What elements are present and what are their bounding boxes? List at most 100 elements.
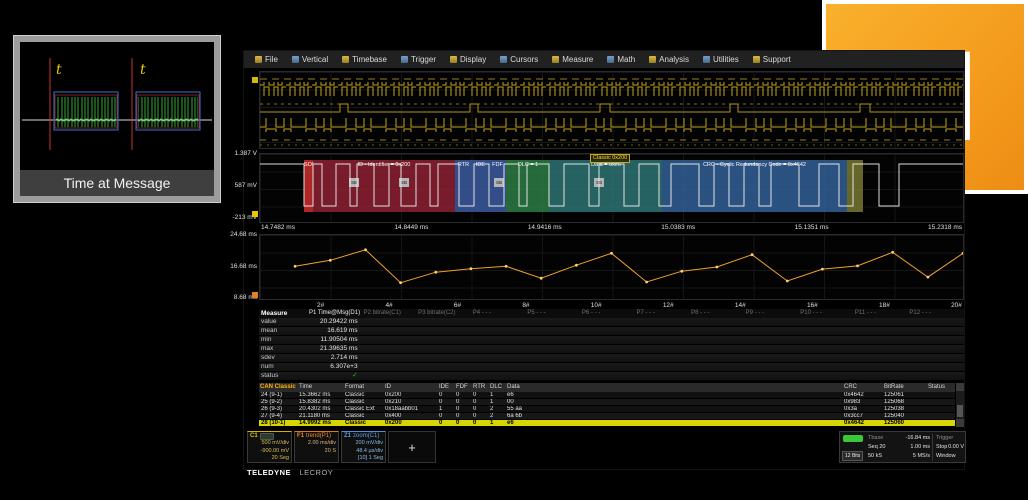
menu-item-math[interactable]: Math <box>600 55 642 64</box>
decode-cell: 0 <box>473 392 477 398</box>
measure-col-header[interactable]: P3 bitrate(C2) <box>418 309 473 318</box>
decode-protocol-label[interactable]: CAN Classic <box>259 383 297 392</box>
menu-item-utilities[interactable]: Utilities <box>696 55 746 64</box>
zoom-descriptor-z1[interactable]: Z1 zoom(C1) 200 mV/div 48.4 µs/div [10] … <box>341 431 386 463</box>
trace-marker-trend[interactable] <box>252 292 258 298</box>
cursors-icon <box>500 56 508 63</box>
decode-col-header[interactable]: IDE <box>437 383 454 392</box>
measure-value: 6.307e+3 <box>330 363 358 370</box>
trigger-label: Trigger <box>936 435 954 441</box>
function-label: F1 <box>297 433 305 439</box>
decode-cell: 125060 <box>884 420 905 426</box>
trend-x-label: 16# <box>806 302 818 309</box>
time-per-div: 1.00 ms <box>910 444 930 450</box>
decode-cell: 1 <box>490 420 494 426</box>
measure-col-header[interactable]: P6 - - - <box>582 309 637 318</box>
measure-col-header[interactable]: P5 - - - <box>527 309 582 318</box>
menu-item-analysis[interactable]: Analysis <box>642 55 696 64</box>
f1-samples: 20 S <box>324 447 336 454</box>
decode-col-header[interactable]: Time <box>297 383 343 392</box>
seq-count: Seq 20 <box>868 444 886 450</box>
decode-row[interactable]: 28 (10-1) 14.9992 ms Classic 0x200 0 0 0 1 e6 0x4… <box>259 420 956 427</box>
measure-col-header[interactable]: P10 - - - <box>800 309 855 318</box>
trend-x-label: 10# <box>590 302 602 309</box>
zoom-y-label-mid: 587 mV <box>234 182 257 189</box>
zoom-x-label: 15.2318 ms <box>928 224 962 231</box>
decode-row[interactable]: 25 (9-2) 15.8382 ms Classic 0x210 0 0 0 1 00 0x98… <box>259 399 956 406</box>
scroll-up-arrow[interactable] <box>956 383 964 391</box>
decode-row[interactable]: 26 (9-3) 20.4302 ms Classic Ext 0x18aabb01 1… <box>259 406 956 413</box>
decode-cell: 2 <box>490 413 494 419</box>
decode-cell: 0 <box>439 399 443 405</box>
source-traces-grid[interactable] <box>259 71 964 149</box>
measure-row: num 6.307e+3 <box>259 363 964 372</box>
measure-table: Measure P1 Time@Msg(D1) P2 bitrate(C1) P3 b… <box>259 309 964 381</box>
decode-cell: 0x210 <box>385 399 402 405</box>
decode-cell <box>926 406 956 412</box>
menu-label: Display <box>460 55 487 64</box>
menu-item-timebase[interactable]: Timebase <box>335 55 394 64</box>
measure-row-label: min <box>261 336 272 343</box>
measure-col-header[interactable]: P2 bitrate(C1) <box>364 309 419 318</box>
measure-icon <box>552 56 560 63</box>
c1-offset: -900.00 mV <box>260 447 289 454</box>
decode-col-header[interactable]: CRC <box>842 383 882 392</box>
decode-scrollbar[interactable] <box>955 383 964 427</box>
trace-marker-zoom[interactable] <box>252 211 258 217</box>
zoom-x-axis: 14.7482 ms 14.8449 ms 14.9416 ms 15.0383 ms… <box>259 224 964 231</box>
decode-cell: Classic <box>345 413 365 419</box>
measure-col-header[interactable]: P1 Time@Msg(D1) <box>309 309 364 318</box>
decode-cell: e6 <box>507 420 514 426</box>
decode-col-header[interactable]: Status <box>926 383 956 392</box>
add-trace-button[interactable]: + <box>388 431 436 463</box>
decode-col-header[interactable]: RTR <box>471 383 488 392</box>
channel-label: C1 <box>250 433 258 439</box>
trend-x-label: 20# <box>951 302 962 309</box>
scroll-down-arrow[interactable] <box>956 419 964 427</box>
measure-col-header[interactable]: P4 - - - <box>473 309 528 318</box>
timebase-trigger-panel[interactable]: 12 Bits Tbase -16.84 ms Seq 20 1.00 ms 50 … <box>839 431 966 463</box>
menu-item-vertical[interactable]: Vertical <box>285 55 335 64</box>
decode-row[interactable]: 24 (9-1) 15.3662 ms Classic 0x200 0 0 0 1 e6 0x46… <box>259 392 956 399</box>
decode-cell: 0 <box>456 413 460 419</box>
menu-item-trigger[interactable]: Trigger <box>394 55 443 64</box>
decode-col-header[interactable]: Data <box>505 383 842 392</box>
vertical-icon <box>291 56 299 63</box>
z1-vdiv: 200 mV/div <box>355 440 383 446</box>
analysis-icon <box>649 56 657 63</box>
brand-logo: TELEDYNE LECROY <box>247 462 333 480</box>
menu-item-measure[interactable]: Measure <box>545 55 600 64</box>
measure-col-header[interactable]: P7 - - - <box>636 309 691 318</box>
measure-row: max 21.39635 ms <box>259 345 964 354</box>
trend-x-label: 12# <box>662 302 674 309</box>
measure-col-header[interactable]: P8 - - - <box>691 309 746 318</box>
decode-col-header[interactable]: DLC <box>488 383 505 392</box>
menu-item-display[interactable]: Display <box>443 55 493 64</box>
decode-col-header[interactable]: FDF <box>454 383 471 392</box>
decode-cell: 26 (9-3) <box>261 406 283 412</box>
decode-row[interactable]: 27 (9-4) 21.1180 ms Classic 0x400 0 0 0 2 6a 6b 0… <box>259 413 956 420</box>
scroll-thumb[interactable] <box>957 405 963 417</box>
decode-col-header[interactable]: BitRate <box>882 383 926 392</box>
zoom-grid[interactable]: SOF ID - Identifier = 0x200 RTR IDE FDF … <box>259 153 964 223</box>
decode-col-header[interactable]: Format <box>343 383 383 392</box>
channel-descriptor-c1[interactable]: C1 500 mV/div -900.00 mV 20 Seg <box>247 431 292 463</box>
trace-marker-digital[interactable] <box>252 77 258 83</box>
measure-row: status ✓ <box>259 372 964 381</box>
decode-col-header[interactable]: ID <box>383 383 437 392</box>
timebase-summary: Tbase -16.84 ms Seq 20 1.00 ms 50 kS 5 MS/s <box>868 434 930 461</box>
zoom-x-label: 14.8449 ms <box>394 224 429 231</box>
menu-item-cursors[interactable]: Cursors <box>493 55 545 64</box>
measure-col-header[interactable]: P12 - - - <box>909 309 964 318</box>
measure-row-label: num <box>261 363 274 370</box>
zoom-x-label: 14.9416 ms <box>527 224 562 231</box>
measure-col-header[interactable]: P9 - - - <box>746 309 801 318</box>
measure-row-label: sdev <box>261 354 275 361</box>
function-descriptor-f1[interactable]: F1 trend(P1) 2.00 ms/div 20 S <box>294 431 339 463</box>
menu-item-file[interactable]: File <box>248 55 285 64</box>
video-thumbnail[interactable]: t t Time at Message <box>13 35 221 203</box>
measure-col-header[interactable]: P11 - - - <box>855 309 910 318</box>
menu-item-support[interactable]: Support <box>746 55 798 64</box>
menu-label: Utilities <box>712 55 739 64</box>
trend-grid[interactable] <box>259 234 965 300</box>
